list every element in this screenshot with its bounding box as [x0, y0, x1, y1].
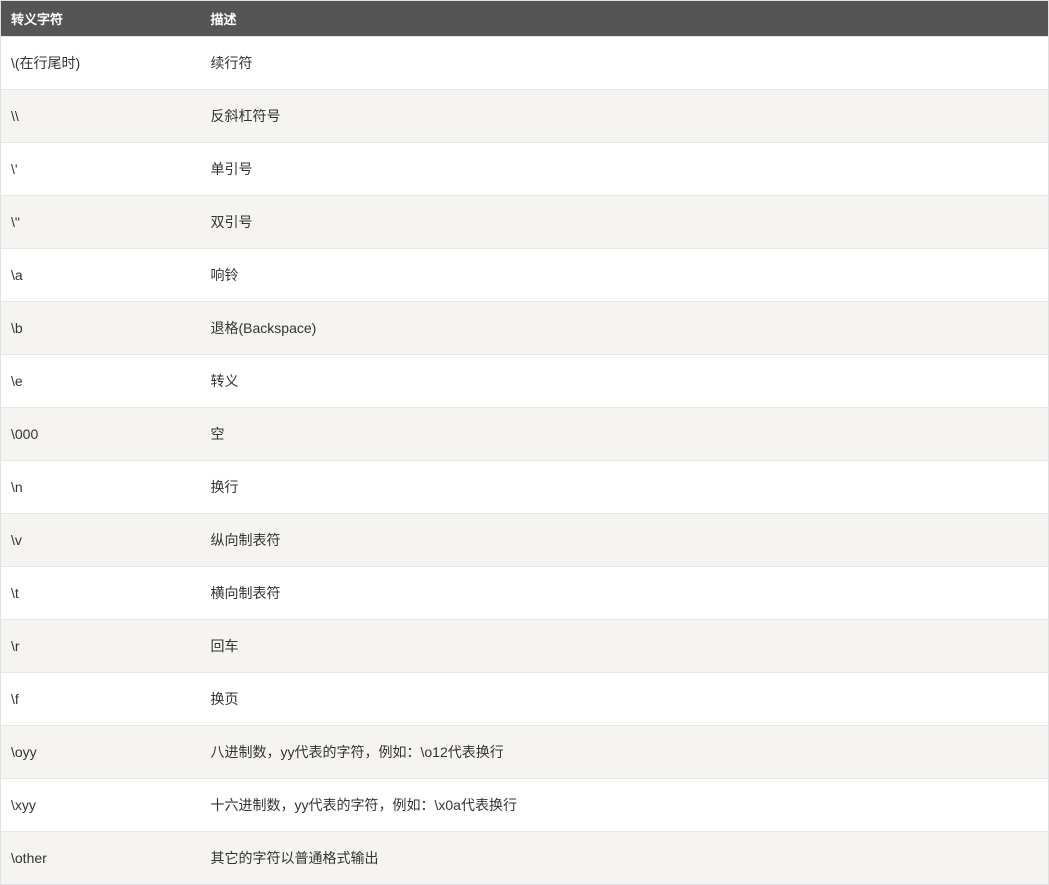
cell-desc: 转义 [201, 355, 1049, 408]
header-description: 描述 [201, 1, 1049, 37]
cell-desc: 十六进制数，yy代表的字符，例如：\x0a代表换行 [201, 779, 1049, 832]
table-header-row: 转义字符 描述 [1, 1, 1049, 37]
table-row: \f 换页 [1, 673, 1049, 726]
table-row: \n 换行 [1, 461, 1049, 514]
table-row: \\ 反斜杠符号 [1, 90, 1049, 143]
cell-escape: \\ [1, 90, 201, 143]
escape-characters-table: 转义字符 描述 \(在行尾时) 续行符 \\ 反斜杠符号 \' 单引号 \" 双… [0, 0, 1049, 885]
table-row: \a 响铃 [1, 249, 1049, 302]
cell-escape: \000 [1, 408, 201, 461]
cell-escape: \e [1, 355, 201, 408]
cell-desc: 续行符 [201, 37, 1049, 90]
table-row: \000 空 [1, 408, 1049, 461]
cell-desc: 空 [201, 408, 1049, 461]
cell-escape: \a [1, 249, 201, 302]
cell-desc: 换页 [201, 673, 1049, 726]
cell-escape: \n [1, 461, 201, 514]
cell-desc: 八进制数，yy代表的字符，例如：\o12代表换行 [201, 726, 1049, 779]
cell-desc: 横向制表符 [201, 567, 1049, 620]
cell-desc: 回车 [201, 620, 1049, 673]
cell-escape: \' [1, 143, 201, 196]
table-row: \v 纵向制表符 [1, 514, 1049, 567]
table-body: \(在行尾时) 续行符 \\ 反斜杠符号 \' 单引号 \" 双引号 \a 响铃… [1, 37, 1049, 885]
cell-desc: 响铃 [201, 249, 1049, 302]
cell-desc: 其它的字符以普通格式输出 [201, 832, 1049, 885]
table-row: \xyy 十六进制数，yy代表的字符，例如：\x0a代表换行 [1, 779, 1049, 832]
table-row: \(在行尾时) 续行符 [1, 37, 1049, 90]
table-row: \oyy 八进制数，yy代表的字符，例如：\o12代表换行 [1, 726, 1049, 779]
table-row: \other 其它的字符以普通格式输出 [1, 832, 1049, 885]
cell-escape: \f [1, 673, 201, 726]
cell-desc: 双引号 [201, 196, 1049, 249]
cell-escape: \xyy [1, 779, 201, 832]
table-row: \e 转义 [1, 355, 1049, 408]
cell-escape: \oyy [1, 726, 201, 779]
table-row: \r 回车 [1, 620, 1049, 673]
table-row: \' 单引号 [1, 143, 1049, 196]
cell-desc: 换行 [201, 461, 1049, 514]
cell-desc: 单引号 [201, 143, 1049, 196]
cell-desc: 退格(Backspace) [201, 302, 1049, 355]
table-row: \b 退格(Backspace) [1, 302, 1049, 355]
cell-escape: \(在行尾时) [1, 37, 201, 90]
header-escape-char: 转义字符 [1, 1, 201, 37]
cell-escape: \other [1, 832, 201, 885]
cell-escape: \t [1, 567, 201, 620]
cell-escape: \b [1, 302, 201, 355]
cell-desc: 反斜杠符号 [201, 90, 1049, 143]
cell-escape: \" [1, 196, 201, 249]
cell-desc: 纵向制表符 [201, 514, 1049, 567]
table-row: \t 横向制表符 [1, 567, 1049, 620]
cell-escape: \v [1, 514, 201, 567]
cell-escape: \r [1, 620, 201, 673]
table-row: \" 双引号 [1, 196, 1049, 249]
